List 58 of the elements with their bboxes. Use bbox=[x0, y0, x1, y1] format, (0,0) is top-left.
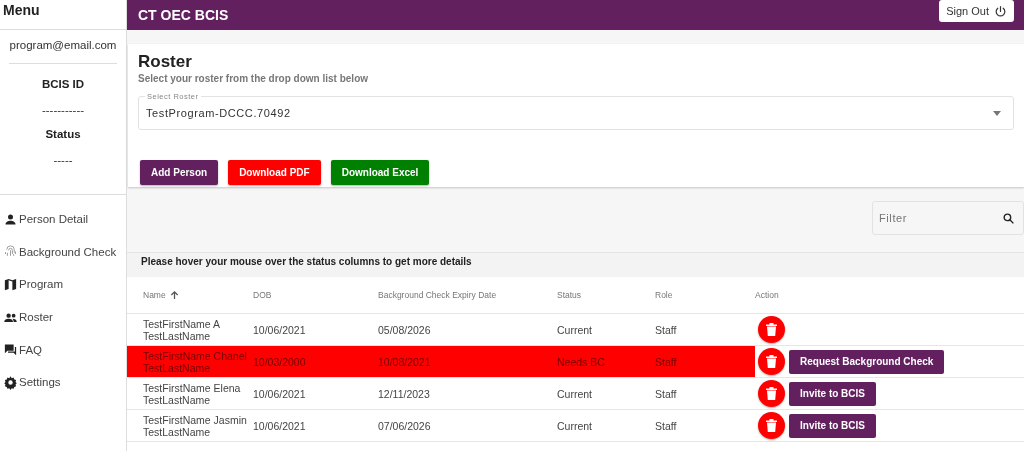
field-value: ----- bbox=[53, 154, 73, 166]
delete-button[interactable] bbox=[758, 348, 785, 375]
trash-icon bbox=[766, 323, 777, 336]
column-header[interactable]: Name bbox=[143, 290, 179, 300]
table-cell: Current bbox=[557, 410, 655, 442]
field-label: BCIS ID bbox=[41, 78, 85, 90]
delete-button[interactable] bbox=[758, 316, 785, 343]
trash-icon bbox=[766, 355, 777, 368]
gear-icon bbox=[3, 374, 18, 390]
nav-item[interactable]: Roster bbox=[0, 300, 126, 334]
table-cell: Staff bbox=[655, 346, 755, 378]
table-cell: 10/03/2000 bbox=[253, 346, 378, 378]
row-action-button[interactable]: Request Background Check bbox=[789, 349, 945, 374]
sort-arrow-icon bbox=[169, 290, 179, 300]
table-cell: Staff bbox=[655, 410, 755, 442]
delete-button[interactable] bbox=[758, 380, 785, 407]
action-button[interactable]: Add Person bbox=[140, 160, 219, 185]
table-cell: TestFirstName Elena TestLastName bbox=[127, 378, 253, 410]
table-cell: 10/08/2021 bbox=[378, 346, 557, 378]
column-header[interactable]: Status bbox=[557, 290, 582, 300]
nav-item[interactable]: Background Check bbox=[0, 235, 126, 269]
table-cell: Current bbox=[557, 378, 655, 410]
nav-item[interactable]: Program bbox=[0, 268, 126, 301]
action-button[interactable]: Download PDF bbox=[228, 160, 321, 185]
column-header[interactable]: Background Check Expiry Date bbox=[378, 290, 497, 300]
app-title: CT OEC BCIS bbox=[138, 7, 229, 23]
table-cell: TestFirstName Chanel TestLastName bbox=[127, 346, 253, 378]
user-email: program@email.com bbox=[9, 39, 117, 64]
action-button[interactable]: Download Excel bbox=[330, 160, 430, 185]
table-cell: Staff bbox=[655, 378, 755, 410]
nav-item[interactable]: Settings bbox=[0, 365, 126, 399]
nav-item[interactable]: FAQ bbox=[0, 333, 126, 366]
field-label: Status bbox=[45, 128, 81, 140]
table-cell: 10/06/2021 bbox=[253, 378, 378, 410]
row-action-button[interactable]: Invite to BCIS bbox=[789, 413, 876, 438]
menu-title: Menu bbox=[0, 0, 126, 30]
table-cell: 10/06/2021 bbox=[253, 410, 378, 442]
trash-icon bbox=[766, 387, 777, 400]
column-header[interactable]: Action bbox=[755, 290, 779, 300]
filter-field[interactable]: Filter bbox=[872, 200, 1024, 235]
roster-title: Roster bbox=[138, 52, 193, 72]
trash-icon bbox=[766, 419, 777, 432]
table-cell: Needs BC bbox=[557, 346, 655, 378]
field-value: ----------- bbox=[41, 104, 85, 116]
delete-button[interactable] bbox=[758, 412, 785, 439]
column-header[interactable]: DOB bbox=[253, 290, 272, 300]
nav-item[interactable]: Person Detail bbox=[0, 203, 126, 236]
column-header[interactable]: Role bbox=[655, 290, 673, 300]
table-cell: 07/06/2026 bbox=[378, 410, 557, 442]
power-icon bbox=[994, 4, 1007, 18]
dropdown-icon bbox=[993, 110, 1001, 116]
search-icon bbox=[1002, 211, 1015, 225]
sign-out-button[interactable]: Sign Out bbox=[939, 0, 1014, 22]
roster-subtitle: Select your roster from the drop down list below bbox=[138, 73, 370, 84]
table-cell: 12/11/2023 bbox=[378, 378, 557, 410]
map-icon bbox=[3, 277, 18, 292]
row-action-button[interactable]: Invite to BCIS bbox=[789, 381, 876, 406]
table-cell: TestFirstName Jasmin TestLastName bbox=[127, 410, 253, 442]
